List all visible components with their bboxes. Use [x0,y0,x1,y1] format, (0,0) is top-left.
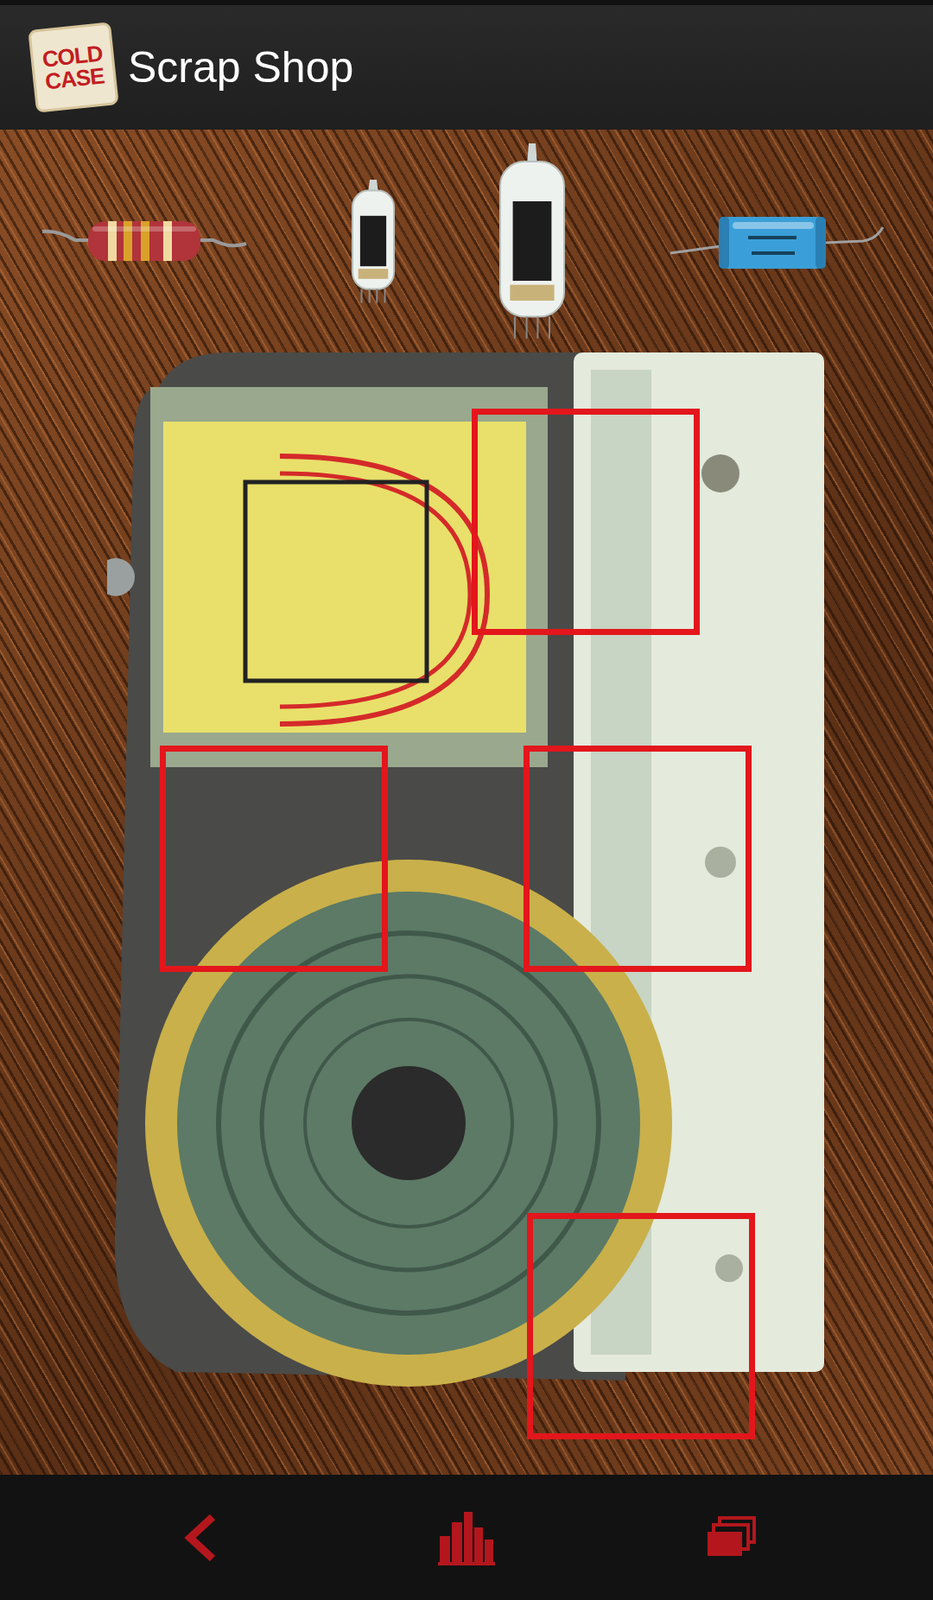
cards-icon [705,1516,758,1560]
workbench [0,129,933,1475]
part-slot[interactable] [526,1212,756,1440]
part-slot[interactable] [523,745,752,972]
part-slot[interactable] [159,745,388,972]
large-tube-icon[interactable] [497,141,567,341]
city-button[interactable] [437,1509,496,1567]
scrap-shop-screen: COLDCASEScrap Shop [0,0,933,1600]
parts-row [0,129,933,353]
logo: COLDCASE [31,25,117,111]
screen-title: Scrap Shop [127,42,354,93]
app-bar: COLDCASEScrap Shop [0,0,933,130]
small-tube-icon[interactable] [349,177,397,305]
capacitor-icon[interactable] [668,209,886,273]
back-icon [179,1513,223,1562]
back-button[interactable] [172,1509,230,1567]
resistor-icon[interactable] [40,214,248,269]
radio [107,352,843,1429]
cards-button[interactable] [703,1509,761,1567]
logo-text: CASE [44,63,106,93]
part-slot[interactable] [471,408,700,635]
city-icon [437,1510,496,1566]
nav-bar [0,1474,933,1600]
